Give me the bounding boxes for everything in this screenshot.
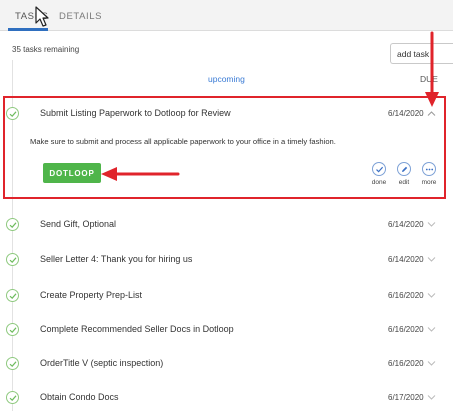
- chevron-down-icon[interactable]: [427, 326, 436, 333]
- pencil-icon: [397, 162, 411, 176]
- mouse-cursor-icon: [35, 6, 49, 27]
- task-complete-check-icon[interactable]: [6, 357, 19, 370]
- task-title: Obtain Condo Docs: [40, 392, 119, 402]
- task-complete-check-icon[interactable]: [6, 289, 19, 302]
- done-action[interactable]: done: [367, 162, 391, 186]
- task-row[interactable]: Obtain Condo Docs 6/17/2020: [0, 383, 453, 411]
- chevron-down-icon[interactable]: [427, 221, 436, 228]
- task-row[interactable]: Send Gift, Optional 6/14/2020: [0, 210, 453, 240]
- task-due-date: 6/16/2020: [388, 325, 424, 334]
- task-row[interactable]: Create Property Prep-List 6/16/2020: [0, 281, 453, 311]
- task-complete-check-icon[interactable]: [6, 391, 19, 404]
- more-action[interactable]: more: [417, 162, 441, 186]
- task-row[interactable]: Seller Letter 4: Thank you for hiring us…: [0, 245, 453, 275]
- task-row[interactable]: Complete Recommended Seller Docs in Dotl…: [0, 315, 453, 345]
- task-title: Send Gift, Optional: [40, 219, 117, 229]
- more-action-label: more: [421, 179, 437, 186]
- check-icon: [372, 162, 386, 176]
- task-due-date: 6/17/2020: [388, 393, 424, 402]
- tab-details[interactable]: DETAILS: [59, 11, 102, 22]
- task-row[interactable]: OrderTitle V (septic inspection) 6/16/20…: [0, 349, 453, 379]
- due-column-header: DUE: [420, 74, 438, 84]
- chevron-down-icon[interactable]: [427, 360, 436, 367]
- task-due-date: 6/16/2020: [388, 291, 424, 300]
- tasks-remaining-count: 35 tasks remaining: [12, 45, 80, 54]
- ellipsis-icon: [422, 162, 436, 176]
- task-description: Make sure to submit and process all appl…: [30, 137, 336, 146]
- edit-action-label: edit: [398, 179, 410, 186]
- done-action-label: done: [371, 179, 387, 186]
- task-complete-check-icon[interactable]: [6, 218, 19, 231]
- chevron-down-icon[interactable]: [427, 256, 436, 263]
- dotloop-button[interactable]: DOTLOOP: [43, 163, 101, 183]
- task-due-date: 6/14/2020: [388, 220, 424, 229]
- task-due-date: 6/14/2020: [388, 255, 424, 264]
- task-complete-check-icon[interactable]: [6, 253, 19, 266]
- expanded-task-highlight: Make sure to submit and process all appl…: [3, 96, 446, 199]
- edit-action[interactable]: edit: [392, 162, 416, 186]
- section-label-upcoming: upcoming: [208, 74, 245, 84]
- chevron-down-icon[interactable]: [427, 292, 436, 299]
- task-complete-check-icon[interactable]: [6, 323, 19, 336]
- task-title: OrderTitle V (septic inspection): [40, 358, 164, 368]
- add-task-button[interactable]: add task: [390, 43, 453, 64]
- task-title: Complete Recommended Seller Docs in Dotl…: [40, 324, 234, 334]
- active-tab-indicator: [8, 28, 48, 31]
- task-title: Create Property Prep-List: [40, 290, 143, 300]
- task-due-date: 6/16/2020: [388, 359, 424, 368]
- chevron-down-icon[interactable]: [427, 394, 436, 401]
- tab-bar: TASKS DETAILS: [0, 0, 453, 31]
- task-title: Seller Letter 4: Thank you for hiring us: [40, 254, 193, 264]
